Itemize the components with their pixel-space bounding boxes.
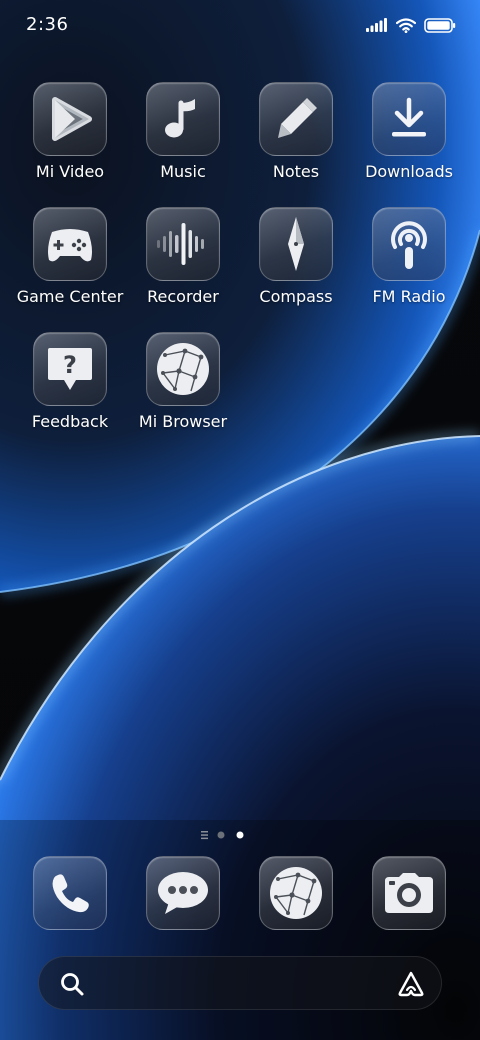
- download-icon: [392, 97, 426, 137]
- app-tile[interactable]: [146, 82, 220, 156]
- globe-network-icon: [270, 867, 322, 919]
- app-tile[interactable]: [259, 82, 333, 156]
- page-dot-active: [236, 831, 244, 839]
- dock-tile[interactable]: [146, 856, 220, 930]
- app-tile[interactable]: [146, 332, 220, 406]
- dock-tile[interactable]: [259, 856, 333, 930]
- app-tile[interactable]: ?: [33, 332, 107, 406]
- app-mi-video[interactable]: Mi Video: [14, 82, 126, 181]
- status-time: 2:36: [26, 14, 69, 35]
- app-compass[interactable]: Compass: [240, 207, 352, 306]
- app-label: Recorder: [147, 287, 219, 306]
- app-notes[interactable]: Notes: [240, 82, 352, 181]
- globe-network-icon: [157, 343, 209, 395]
- page-indicator[interactable]: [0, 828, 480, 842]
- home-screen: 2:36 Mi Video Music Notes Downloads Game…: [0, 0, 480, 1040]
- app-fm-radio[interactable]: FM Radio: [353, 207, 465, 306]
- app-tile[interactable]: [33, 82, 107, 156]
- dock-camera[interactable]: [372, 856, 446, 930]
- camera-icon: [385, 873, 433, 913]
- gamepad-icon: [48, 229, 92, 262]
- music-note-icon: [165, 99, 195, 138]
- app-tile[interactable]: [259, 207, 333, 281]
- search-bar[interactable]: [38, 956, 442, 1010]
- page-dot: [217, 831, 225, 839]
- app-label: Compass: [259, 287, 333, 306]
- app-label: Notes: [272, 162, 320, 181]
- app-recorder[interactable]: Recorder: [127, 207, 239, 306]
- dock-tile[interactable]: [372, 856, 446, 930]
- app-label: Feedback: [31, 412, 109, 431]
- sound-wave-icon: [157, 223, 204, 265]
- question-bubble-icon: ?: [48, 348, 92, 390]
- app-feedback[interactable]: ? Feedback: [14, 332, 126, 431]
- dock-phone[interactable]: [33, 856, 107, 930]
- search-icon[interactable]: [59, 971, 85, 997]
- app-game-center[interactable]: Game Center: [14, 207, 126, 306]
- battery-icon: [424, 17, 456, 33]
- radio-antenna-icon: [391, 221, 427, 269]
- app-label: Mi Browser: [138, 412, 228, 431]
- compass-needle-icon: [288, 217, 304, 271]
- pencil-icon: [278, 98, 317, 138]
- app-tile[interactable]: [372, 207, 446, 281]
- app-label: Game Center: [16, 287, 124, 306]
- app-tile[interactable]: [33, 207, 107, 281]
- app-label: Music: [160, 162, 206, 181]
- status-bar: 2:36: [0, 0, 480, 52]
- phone-icon: [52, 874, 89, 913]
- assistant-icon[interactable]: [397, 970, 425, 998]
- dock-tile[interactable]: [33, 856, 107, 930]
- app-mi-browser[interactable]: Mi Browser: [127, 332, 239, 431]
- app-tile[interactable]: [372, 82, 446, 156]
- message-bubble-icon: [158, 872, 208, 914]
- wifi-icon: [396, 17, 416, 33]
- app-label: Downloads: [365, 162, 453, 181]
- dock-messages[interactable]: [146, 856, 220, 930]
- app-tile[interactable]: [146, 207, 220, 281]
- app-downloads[interactable]: Downloads: [353, 82, 465, 181]
- app-music[interactable]: Music: [127, 82, 239, 181]
- signal-icon: [366, 18, 387, 32]
- app-label: Mi Video: [35, 162, 105, 181]
- play-icon: [52, 97, 92, 141]
- svg-text:?: ?: [63, 351, 77, 379]
- dock-browser[interactable]: [259, 856, 333, 930]
- app-label: FM Radio: [372, 287, 446, 306]
- pages-list-icon: [201, 831, 208, 840]
- status-icons: [366, 15, 456, 35]
